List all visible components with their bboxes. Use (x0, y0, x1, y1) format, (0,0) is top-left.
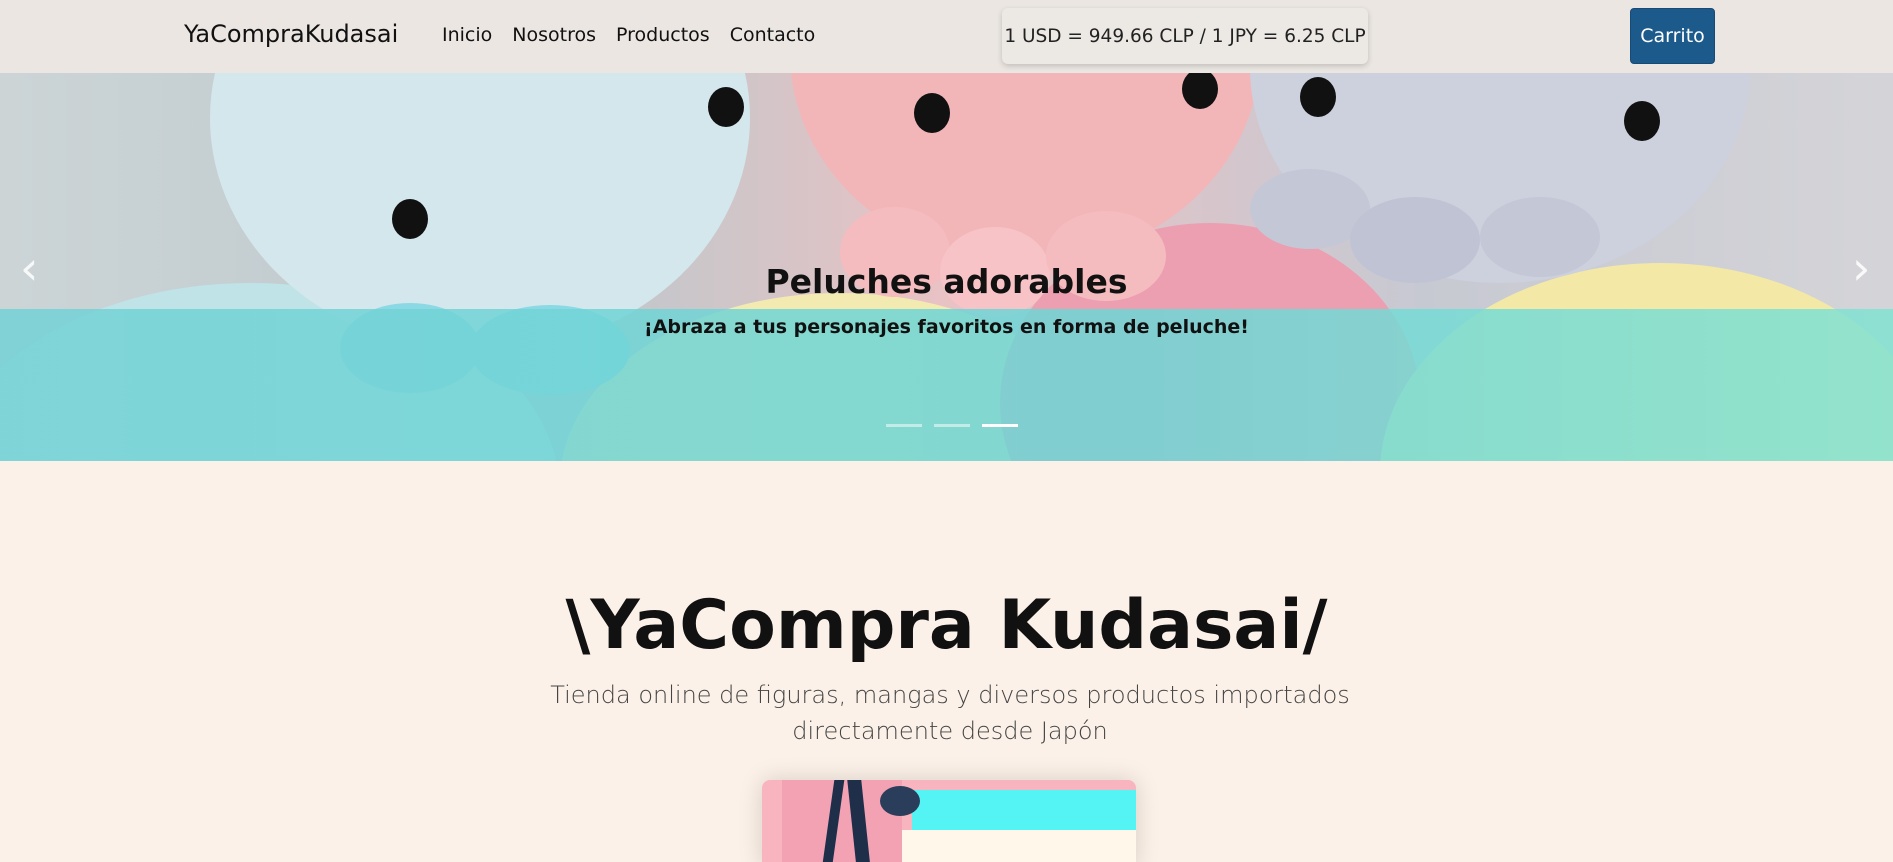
carousel-indicator-1[interactable] (886, 424, 922, 427)
nav-link-inicio[interactable]: Inicio (442, 24, 492, 46)
carousel-caption-subtitle: ¡Abraza a tus personajes favoritos en fo… (644, 316, 1249, 338)
exchange-rate-badge: 1 USD = 949.66 CLP / 1 JPY = 6.25 CLP (1002, 8, 1368, 64)
carousel-indicator-3[interactable] (982, 424, 1018, 427)
nav-link-contacto[interactable]: Contacto (730, 24, 816, 46)
main-title: \YaCompra Kudasai/ (565, 586, 1328, 665)
brand-logo[interactable]: YaCompraKudasai (184, 20, 398, 48)
carousel-caption-title: Peluches adorables (765, 262, 1128, 301)
nav-links: Inicio Nosotros Productos Contacto (442, 24, 815, 46)
nav-link-nosotros[interactable]: Nosotros (512, 24, 596, 46)
cart-button[interactable]: Carrito (1630, 8, 1715, 64)
main-lead-text: Tienda online de figuras, mangas y diver… (550, 681, 1350, 745)
navbar: YaCompraKudasai Inicio Nosotros Producto… (0, 0, 1893, 73)
carousel-indicator-2[interactable] (934, 424, 970, 427)
featured-product-image[interactable] (762, 780, 1136, 862)
nav-link-productos[interactable]: Productos (616, 24, 710, 46)
carousel-indicators (886, 424, 1018, 427)
